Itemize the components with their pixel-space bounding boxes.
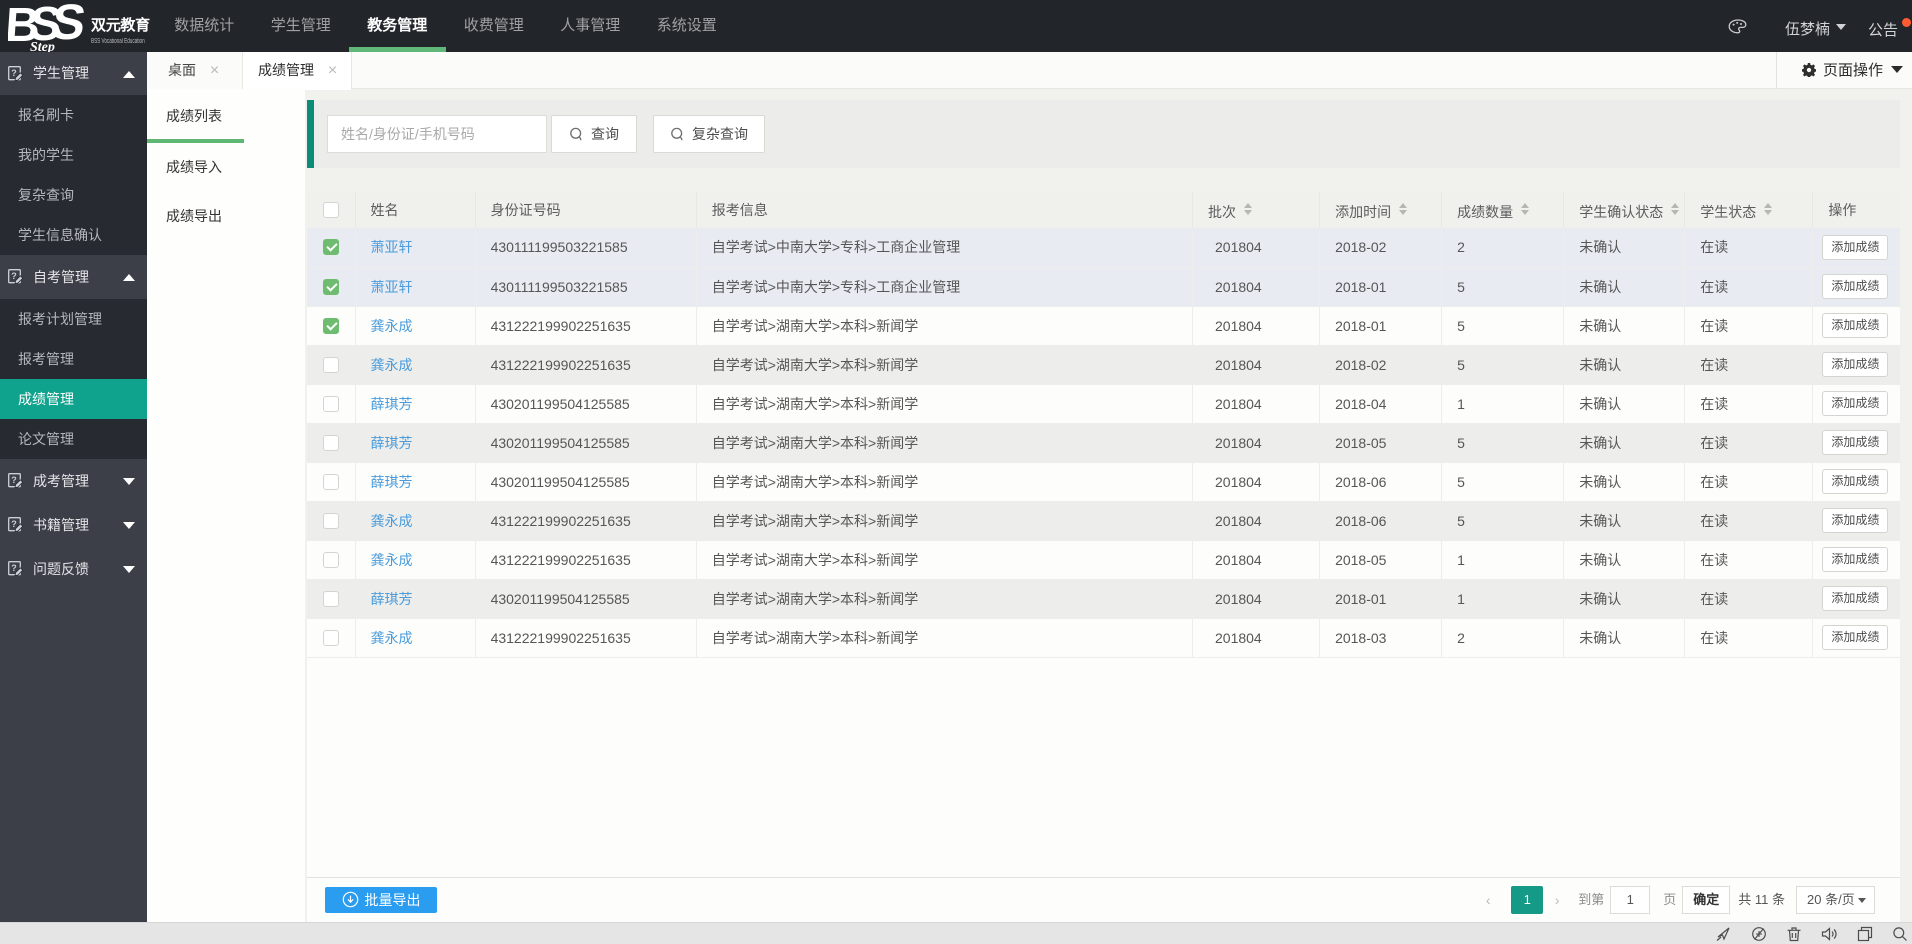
svg-text:?: ? bbox=[11, 271, 17, 281]
svg-text:?: ? bbox=[11, 68, 17, 78]
svg-text:?: ? bbox=[11, 563, 17, 573]
svg-text:?: ? bbox=[11, 475, 17, 485]
svg-text:Step: Step bbox=[30, 40, 55, 52]
svg-text:?: ? bbox=[11, 519, 17, 529]
